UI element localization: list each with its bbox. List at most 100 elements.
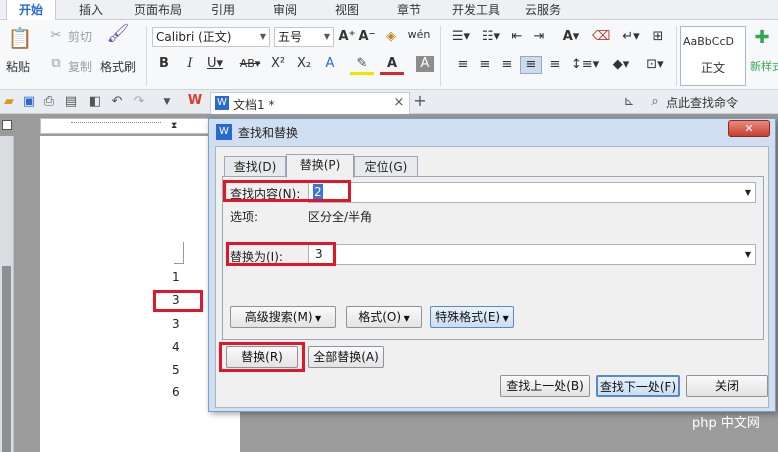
shrink-font-icon[interactable]: A⁻: [358, 29, 376, 45]
menu-page-layout[interactable]: 页面布局: [126, 0, 190, 20]
search-command-input[interactable]: 点此查找命令: [666, 94, 738, 111]
menu-view[interactable]: 视图: [322, 0, 372, 20]
chevron-down-icon[interactable]: ▼: [745, 183, 751, 202]
undo-icon[interactable]: ↶: [110, 94, 124, 110]
table-icon[interactable]: ⊞: [648, 29, 668, 45]
customize-qat-icon[interactable]: ▼: [160, 94, 174, 110]
align-right-icon[interactable]: ≡: [498, 57, 516, 73]
add-style-icon[interactable]: ✚: [752, 29, 772, 47]
font-name-value: Calibri (正文): [156, 30, 232, 44]
print-icon[interactable]: ▤: [64, 94, 78, 110]
font-size-select[interactable]: 五号 ▼: [274, 27, 334, 47]
redo-icon[interactable]: ↷: [132, 94, 146, 110]
distributed-icon[interactable]: ≡: [546, 57, 564, 73]
find-previous-button[interactable]: 查找上一处(B): [500, 375, 590, 397]
font-color-icon[interactable]: A: [380, 56, 404, 75]
font-name-select[interactable]: Calibri (正文) ▼: [152, 27, 270, 47]
watermark: php 中文网: [692, 416, 760, 431]
numbered-list-icon[interactable]: ☷▾: [478, 29, 504, 45]
italic-icon[interactable]: I: [182, 56, 198, 72]
menu-reference[interactable]: 引用: [198, 0, 248, 20]
special-format-button[interactable]: 特殊格式(E) ▼: [430, 306, 514, 328]
vertical-ruler[interactable]: [0, 136, 14, 452]
horizontal-ruler[interactable]: ⧗: [40, 118, 220, 134]
line-spacing-icon[interactable]: ↕≡▾: [570, 57, 600, 73]
phonetic-icon[interactable]: wén: [406, 27, 432, 43]
menu-bar: 开始 插入 页面布局 引用 审阅 视图 章节 开发工具 云服务: [0, 0, 778, 20]
font-size-value: 五号: [278, 30, 303, 44]
save-icon[interactable]: ▣: [22, 94, 36, 110]
special-format-label: 特殊格式(E): [435, 310, 501, 324]
new-style-label[interactable]: 新样式: [750, 58, 778, 74]
style-preview-text: AaBbCcD: [683, 35, 734, 48]
replace-all-button[interactable]: 全部替换(A): [308, 346, 384, 368]
indent-marker-icon[interactable]: ⧗: [171, 119, 179, 133]
strikethrough-icon[interactable]: AB▾: [236, 56, 264, 72]
increase-indent-icon[interactable]: ⇥: [530, 29, 548, 45]
paste-button[interactable]: 粘贴: [6, 58, 30, 75]
chevron-down-icon: ▼: [323, 32, 330, 41]
doc-number: 5: [172, 363, 180, 377]
subscript-icon[interactable]: X₂: [294, 56, 314, 72]
clear-icon[interactable]: ⌫: [592, 29, 610, 45]
find-next-button[interactable]: 查找下一处(F): [596, 375, 680, 397]
text-effect-icon[interactable]: A: [320, 56, 340, 72]
menu-chapter[interactable]: 章节: [384, 0, 434, 20]
chevron-down-icon: ▼: [259, 32, 266, 41]
scissors-icon[interactable]: ✂: [48, 28, 64, 44]
options-label: 选项:: [230, 210, 259, 224]
superscript-icon[interactable]: X²: [268, 56, 288, 72]
grow-font-icon[interactable]: A⁺: [338, 29, 356, 45]
find-input[interactable]: 2 ▼: [308, 182, 756, 203]
clear-format-icon[interactable]: ◈: [382, 29, 400, 45]
new-tab-icon[interactable]: +: [412, 93, 428, 109]
paste-icon[interactable]: 📋: [6, 28, 34, 54]
dialog-close-button[interactable]: ✕: [728, 120, 770, 137]
ruler-toggle[interactable]: [2, 120, 12, 130]
char-shading-icon[interactable]: A: [416, 56, 434, 72]
format-painter-icon[interactable]: 🖌: [106, 25, 130, 50]
open-folder-icon[interactable]: ▰: [2, 94, 16, 110]
document-tab[interactable]: W 文档1 * ×: [210, 92, 410, 114]
replace-input[interactable]: 3 ▼: [308, 244, 756, 265]
ribbon-divider: [146, 26, 147, 86]
change-case-icon[interactable]: A▾: [558, 29, 584, 45]
new-style-area[interactable]: ✚ 新样式: [748, 26, 778, 86]
copy-button[interactable]: 复制: [68, 58, 92, 75]
cut-button[interactable]: 剪切: [68, 28, 92, 45]
shading-icon[interactable]: ◆▾: [606, 57, 636, 73]
tab-goto[interactable]: 定位(G): [354, 156, 418, 178]
decrease-indent-icon[interactable]: ⇤: [508, 29, 526, 45]
print-preview-icon[interactable]: ⎙: [42, 94, 56, 110]
dialog-titlebar[interactable]: W 查找和替换 ✕: [208, 118, 776, 144]
align-center-icon[interactable]: ≡: [476, 57, 494, 73]
chevron-down-icon[interactable]: ▼: [745, 245, 751, 264]
paragraph-mark-icon[interactable]: ↵▾: [620, 29, 642, 45]
justify-icon[interactable]: ≡: [520, 56, 542, 74]
menu-cloud[interactable]: 云服务: [516, 0, 570, 20]
advanced-search-button[interactable]: 高级搜索(M) ▼: [230, 306, 336, 328]
underline-icon[interactable]: U▾: [204, 56, 226, 72]
highlight-icon[interactable]: ✎: [350, 56, 374, 75]
tab-replace[interactable]: 替换(P): [286, 154, 354, 178]
menu-insert[interactable]: 插入: [66, 0, 116, 20]
style-normal-preview[interactable]: AaBbCcD 正文: [680, 26, 746, 86]
bullet-list-icon[interactable]: ☰▾: [448, 29, 474, 45]
chevron-down-icon: ▼: [312, 314, 322, 323]
close-tab-icon[interactable]: ×: [393, 95, 405, 111]
highlight-box-doc: [153, 290, 203, 312]
align-left-icon[interactable]: ≡: [454, 57, 472, 73]
format-button[interactable]: 格式(O) ▼: [346, 306, 422, 328]
close-button[interactable]: 关闭: [686, 375, 768, 397]
menu-review[interactable]: 审阅: [260, 0, 310, 20]
preview-icon[interactable]: ◧: [88, 94, 102, 110]
copy-icon[interactable]: ⧉: [48, 56, 64, 72]
border-icon[interactable]: ⊡▾: [640, 57, 670, 73]
bold-icon[interactable]: B: [156, 56, 172, 72]
search-icon: ⌕: [651, 94, 659, 109]
format-painter-button[interactable]: 格式刷: [100, 58, 136, 75]
minimize-ribbon-icon[interactable]: ⊾: [620, 94, 638, 110]
tab-find[interactable]: 查找(D): [224, 156, 286, 178]
menu-start[interactable]: 开始: [6, 0, 56, 20]
menu-developer[interactable]: 开发工具: [444, 0, 508, 20]
